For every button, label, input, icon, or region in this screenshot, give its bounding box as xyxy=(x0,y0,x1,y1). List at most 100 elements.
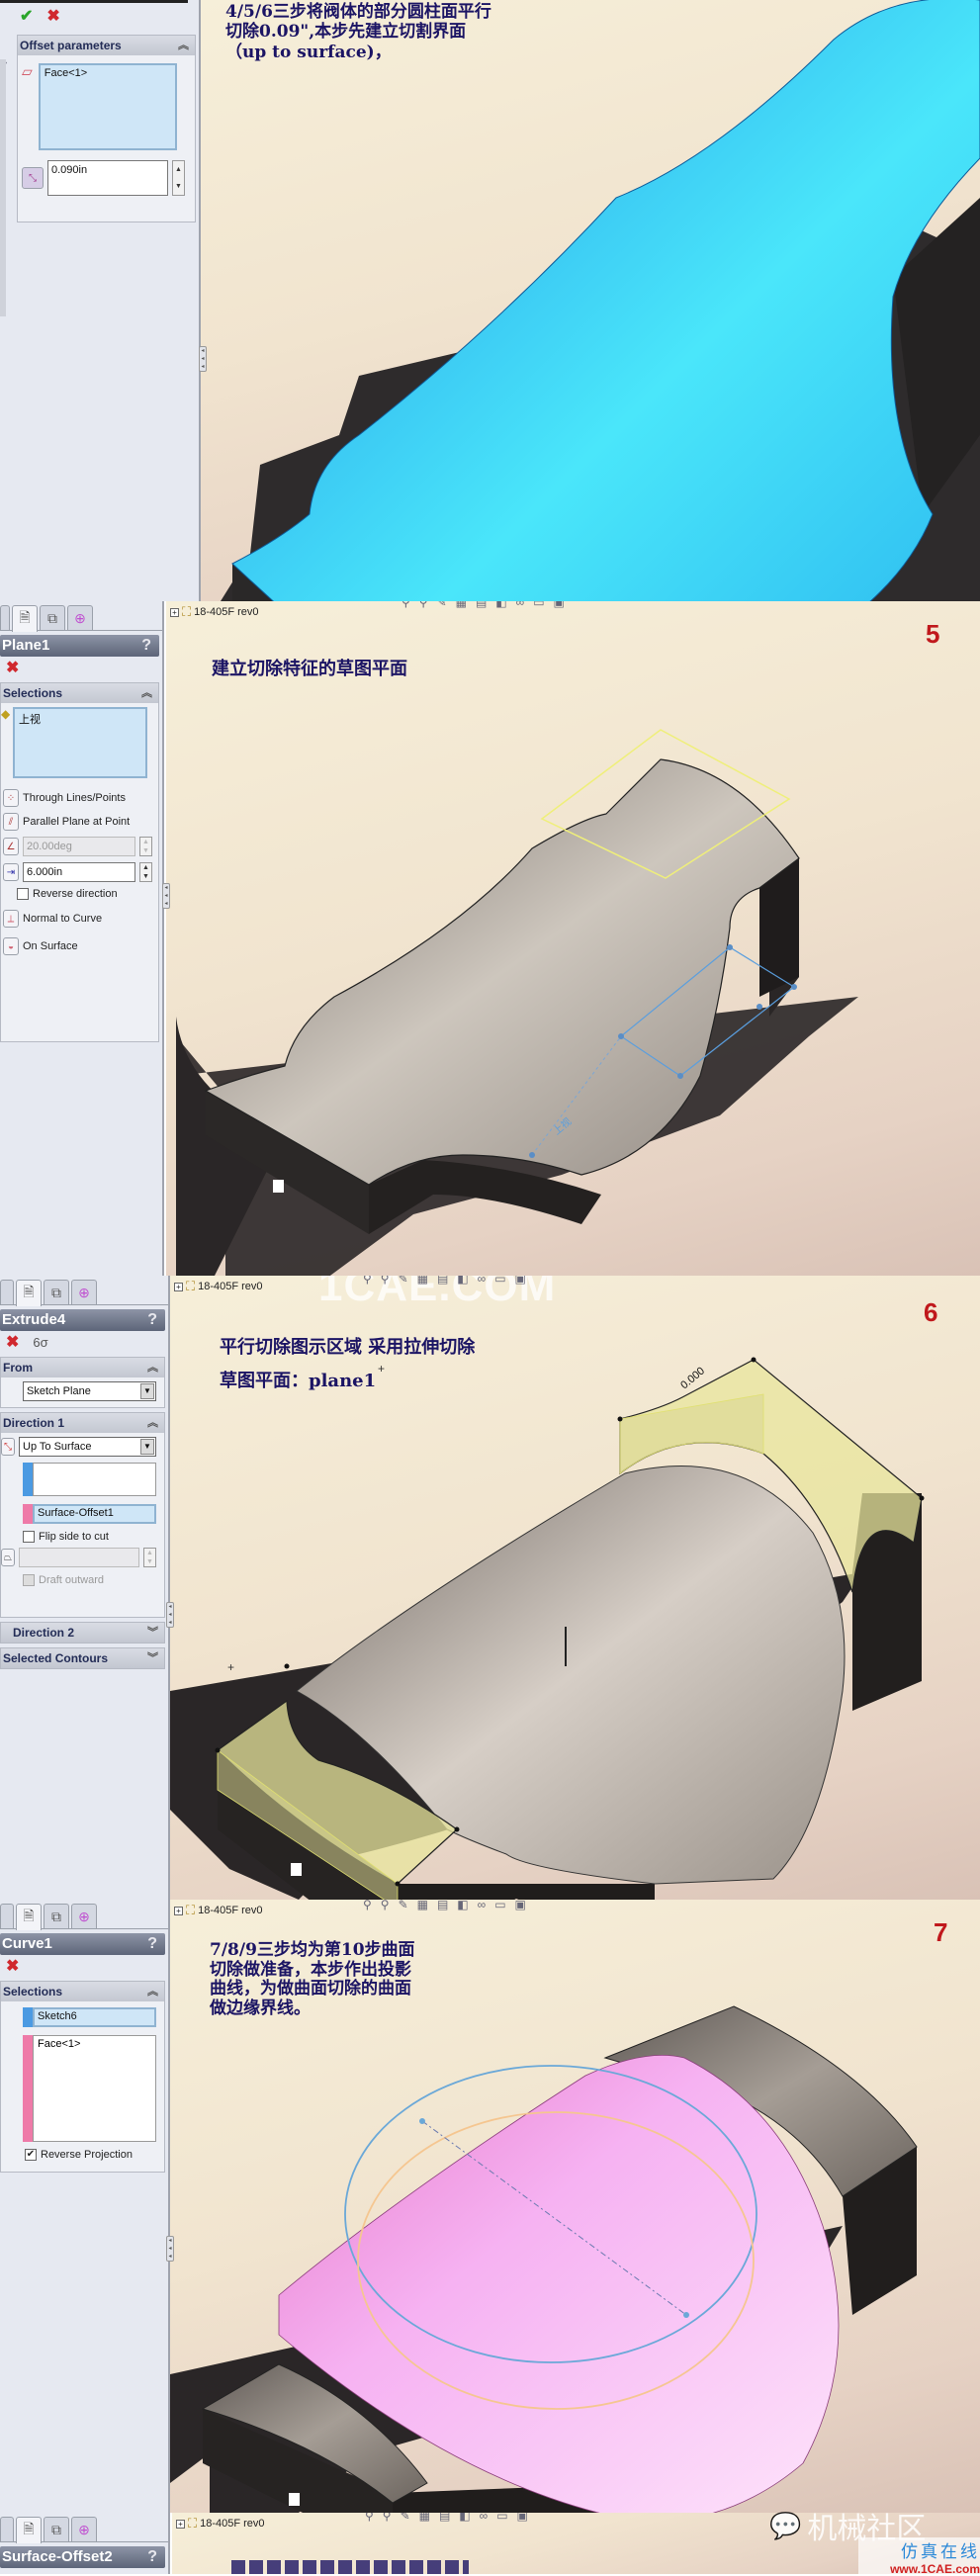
preview-glasses-icon[interactable]: 6σ xyxy=(33,1335,47,1350)
graphics-viewport[interactable]: + ⛶ 18-405F rev0 ⚲⚲✎▦▤◧∞▭▣ xyxy=(166,601,980,1276)
angle-spinner[interactable]: ▲ ▼ xyxy=(139,837,152,856)
reverse-projection-checkbox[interactable]: ✔ xyxy=(25,2149,37,2161)
tab-feature-manager[interactable] xyxy=(0,1904,14,1928)
option-normal-to-curve[interactable]: ⟂ Normal to Curve xyxy=(1,907,158,931)
surface-item[interactable]: Surface-Offset1 xyxy=(38,1507,114,1519)
expand-icon[interactable]: + xyxy=(176,2519,185,2529)
chevron-down-icon[interactable]: ▼ xyxy=(140,1439,154,1455)
reverse-direction-icon[interactable]: ⤡ xyxy=(1,1438,15,1456)
distance-spinner[interactable]: ▲ ▼ xyxy=(139,862,152,882)
tab-dimxpert-manager[interactable]: ⊕ xyxy=(67,605,93,630)
tab-configuration-manager[interactable]: ⧉ xyxy=(40,605,65,630)
section-header[interactable]: Direction 1 ︽ xyxy=(1,1413,164,1433)
section-header[interactable]: Selected Contours ︾ xyxy=(1,1648,164,1668)
draft-outward-checkbox[interactable] xyxy=(23,1574,35,1586)
option-parallel-plane-at-point[interactable]: ⫽ Parallel Plane at Point xyxy=(1,810,158,834)
angle-icon[interactable]: ∠ xyxy=(3,838,19,855)
view-toolbar[interactable]: ⚲⚲✎▦▤◧∞▭▣ xyxy=(365,2513,537,2523)
face-selection-box[interactable]: Face<1> xyxy=(38,63,177,150)
angle-input[interactable]: 20.00deg xyxy=(23,837,135,856)
help-button[interactable]: ? xyxy=(147,1933,165,1955)
tab-feature-manager[interactable] xyxy=(0,605,10,630)
panel-splitter-handle[interactable]: ◂ ◂ ◂ xyxy=(162,883,170,909)
reverse-direction-checkbox[interactable] xyxy=(17,888,29,900)
collapse-icon[interactable]: ︽ xyxy=(178,36,195,55)
close-icon[interactable]: ✖ xyxy=(46,6,59,26)
section-header[interactable]: From ︽ xyxy=(1,1358,164,1377)
reverse-offset-icon[interactable]: ⤡ xyxy=(22,167,44,189)
section-header[interactable]: Selections ︽ xyxy=(1,683,158,703)
plane-handle xyxy=(791,984,797,990)
tab-dimxpert-manager[interactable]: ⊕ xyxy=(71,1904,97,1928)
expand-icon[interactable]: ︾ xyxy=(147,1648,164,1668)
reference-item[interactable]: 上视 xyxy=(19,714,41,726)
offset-spinner[interactable]: ▲ ▼ xyxy=(172,160,185,196)
close-icon[interactable]: ✖ xyxy=(6,658,19,677)
tab-configuration-manager[interactable]: ⧉ xyxy=(44,2517,69,2541)
tab-dimxpert-manager[interactable]: ⊕ xyxy=(71,2517,97,2541)
panel-splitter-handle[interactable]: ◂ ◂ ◂ xyxy=(166,1602,174,1628)
graphics-viewport[interactable]: + ⛶ 18-405F rev0 1CAE.COM ⚲⚲✎▦▤◧∞▭▣ 0.00… xyxy=(170,1276,980,1900)
feature-title: Extrude4 xyxy=(2,1311,66,1328)
tab-property-manager[interactable]: 🗎 xyxy=(16,2517,42,2543)
help-button[interactable]: ? xyxy=(147,2546,165,2568)
direction-field[interactable] xyxy=(33,1463,156,1496)
tab-property-manager[interactable]: 🗎 xyxy=(12,605,38,632)
section-header[interactable]: Direction 2 ︾ xyxy=(1,1623,164,1643)
model-view xyxy=(221,0,980,601)
section-header[interactable]: Selections ︽ xyxy=(1,1982,164,2001)
section-header[interactable]: Offset parameters ︽ xyxy=(18,36,195,55)
tab-property-manager[interactable]: 🗎 xyxy=(16,1280,42,1306)
sketch-item[interactable]: Sketch6 xyxy=(38,2010,77,2022)
reverse-projection-row[interactable]: ✔ Reverse Projection xyxy=(1,2146,164,2164)
feature-tree-root[interactable]: + ⛶ 18-405F rev0 xyxy=(176,2516,265,2532)
panel-splitter-handle[interactable]: ◂ ◂ ◂ xyxy=(166,2236,174,2262)
close-icon[interactable]: ✖ xyxy=(6,1332,19,1352)
close-icon[interactable]: ✖ xyxy=(6,1956,19,1976)
offset-distance-icon[interactable]: ⇥ xyxy=(3,863,19,881)
draft-outward-row[interactable]: Draft outward xyxy=(1,1571,164,1589)
expand-icon[interactable]: ︾ xyxy=(147,1623,164,1643)
check-icon[interactable]: ✔ xyxy=(20,6,33,26)
collapse-icon[interactable]: ︽ xyxy=(147,1982,164,2001)
reference-selection-box[interactable]: 上视 xyxy=(13,707,147,778)
from-dropdown[interactable]: Sketch Plane ▼ xyxy=(23,1381,156,1401)
draft-spinner[interactable]: ▲ ▼ xyxy=(143,1548,156,1567)
draft-angle-input[interactable] xyxy=(19,1548,139,1567)
tab-configuration-manager[interactable]: ⧉ xyxy=(44,1904,69,1928)
tab-configuration-manager[interactable]: ⧉ xyxy=(44,1280,69,1304)
flip-side-row[interactable]: Flip side to cut xyxy=(1,1528,164,1546)
face-item[interactable]: Face<1> xyxy=(38,2038,80,2050)
distance-input[interactable]: 6.000in xyxy=(23,862,135,882)
help-button[interactable]: ? xyxy=(147,1309,165,1331)
panel-splitter-handle[interactable]: ◂ ◂ ◂ xyxy=(199,346,207,372)
tab-feature-manager[interactable] xyxy=(0,1280,14,1304)
selected-contours-section[interactable]: Selected Contours ︾ xyxy=(0,1647,165,1669)
option-through-lines-points[interactable]: ⁘ Through Lines/Points xyxy=(1,786,158,810)
draft-icon[interactable]: ⏢ xyxy=(1,1549,15,1566)
tab-property-manager[interactable]: 🗎 xyxy=(16,1904,42,1930)
collapse-icon[interactable]: ︽ xyxy=(141,683,158,703)
graphics-viewport[interactable]: 4/5/6三步将阀体的部分圆柱面平行 切除0.09",本步先建立切割界面 （up… xyxy=(201,0,980,601)
flip-side-checkbox[interactable] xyxy=(23,1531,35,1543)
tab-feature-manager[interactable] xyxy=(0,2517,14,2541)
sketch-to-project-field[interactable]: Sketch6 xyxy=(33,2007,156,2027)
caption-line: 曲线，为做曲面切除的曲面 xyxy=(210,1979,411,1999)
scrollbar[interactable] xyxy=(0,59,6,316)
collapse-icon[interactable]: ︽ xyxy=(147,1358,164,1377)
feature-title: Plane1 xyxy=(2,637,50,654)
face-selection-item[interactable]: Face<1> xyxy=(45,67,87,79)
option-on-surface[interactable]: ◒ On Surface xyxy=(1,934,158,958)
projection-faces-field[interactable]: Face<1> xyxy=(33,2035,156,2142)
direction2-section[interactable]: Direction 2 ︾ xyxy=(0,1622,165,1643)
reverse-direction-row[interactable]: Reverse direction xyxy=(1,885,158,903)
chevron-down-icon[interactable]: ▼ xyxy=(140,1383,154,1399)
property-manager-icon: 🗎 xyxy=(23,2521,35,2536)
help-button[interactable]: ? xyxy=(141,635,159,657)
end-condition-dropdown[interactable]: Up To Surface ▼ xyxy=(19,1437,156,1457)
up-to-surface-field[interactable]: Surface-Offset1 xyxy=(33,1504,156,1524)
collapse-icon[interactable]: ︽ xyxy=(147,1413,164,1433)
tab-dimxpert-manager[interactable]: ⊕ xyxy=(71,1280,97,1304)
offset-distance-input[interactable]: 0.090in xyxy=(47,160,168,196)
graphics-viewport[interactable]: + ⛶ 18-405F rev0 ⚲⚲✎▦▤◧∞▭▣ xyxy=(170,1900,980,2513)
